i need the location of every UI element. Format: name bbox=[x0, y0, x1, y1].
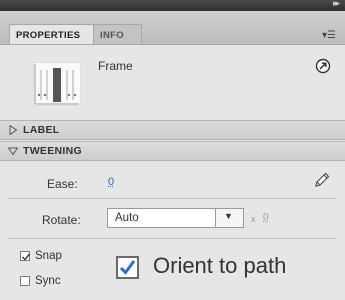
tab-properties-label: PROPERTIES bbox=[16, 30, 81, 41]
section-label-title: LABEL bbox=[23, 124, 60, 136]
snap-checkbox[interactable] bbox=[20, 251, 31, 261]
divider bbox=[8, 238, 337, 239]
orient-to-path-checkbox[interactable] bbox=[116, 256, 139, 279]
sync-label: Sync bbox=[35, 275, 61, 287]
snap-label: Snap bbox=[35, 250, 62, 262]
instance-type-label: Frame bbox=[98, 59, 133, 73]
checkmark-icon bbox=[22, 253, 31, 261]
section-tweening-title: TWEENING bbox=[23, 145, 82, 157]
collapse-triangle-icon bbox=[8, 147, 18, 156]
section-label-header[interactable]: LABEL bbox=[0, 120, 345, 140]
divider bbox=[8, 198, 337, 199]
orient-to-path-label: Orient to path bbox=[153, 253, 287, 278]
rotate-label: Rotate: bbox=[42, 213, 81, 227]
pencil-icon[interactable] bbox=[313, 171, 331, 189]
sync-checkbox[interactable] bbox=[20, 276, 30, 286]
dropdown-button[interactable]: ▼ bbox=[215, 209, 243, 227]
panel-menu-icon[interactable]: ▾☰ bbox=[322, 30, 336, 41]
ease-value[interactable]: 0 bbox=[108, 176, 114, 188]
checkmark-icon bbox=[119, 260, 136, 275]
tab-properties[interactable]: PROPERTIES bbox=[9, 24, 94, 44]
panel-title-bar: ▸▸ bbox=[0, 0, 345, 11]
frame-instance-icon bbox=[33, 62, 81, 106]
rotate-count-value[interactable]: 0 bbox=[263, 212, 269, 223]
expand-triangle-icon bbox=[9, 125, 18, 135]
tab-info-label: INFO bbox=[100, 30, 124, 41]
rotate-dropdown[interactable]: Auto ▼ bbox=[107, 208, 244, 228]
ease-label: Ease: bbox=[47, 177, 78, 191]
section-tweening-header[interactable]: TWEENING bbox=[0, 141, 345, 161]
times-symbol: x bbox=[251, 214, 256, 224]
tab-info[interactable]: INFO bbox=[94, 24, 142, 44]
swap-icon[interactable] bbox=[315, 58, 331, 74]
chevron-down-icon: ▼ bbox=[224, 211, 233, 221]
panel-tab-bar: PROPERTIES INFO ▾☰ bbox=[0, 11, 345, 45]
double-chevron-right-icon[interactable]: ▸▸ bbox=[333, 0, 340, 9]
rotate-dropdown-value: Auto bbox=[115, 212, 139, 224]
